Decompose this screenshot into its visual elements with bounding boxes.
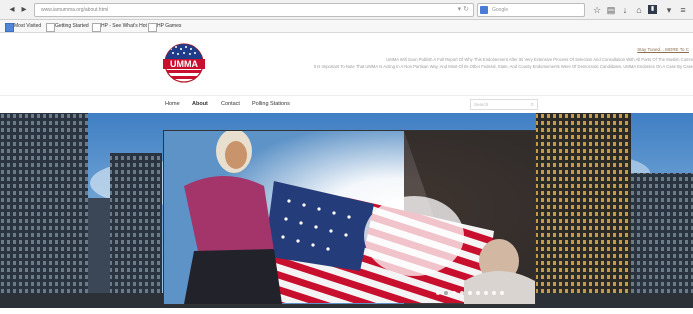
forward-icon[interactable]: ▸: [18, 4, 30, 16]
site-search-input[interactable]: Search ⌕: [470, 99, 538, 110]
extension-icon[interactable]: ▮: [648, 5, 657, 14]
reading-list-icon[interactable]: ▤: [606, 4, 616, 16]
site-search-placeholder: Search: [474, 102, 489, 107]
umma-logo[interactable]: UMMA: [161, 42, 207, 84]
nav-about[interactable]: About: [192, 101, 208, 107]
browser-search-placeholder: Google: [492, 7, 509, 13]
bookmark-star-icon[interactable]: ☆: [592, 4, 602, 16]
stay-tuned-link[interactable]: Stay Tuned... MORE To C: [637, 47, 689, 52]
browser-toolbar: ◂ ▸ www.iamumma.org/about.html ▾ ↻ Googl…: [0, 0, 693, 20]
slider-dot[interactable]: [476, 291, 480, 295]
bookmark-hp-games[interactable]: HP Games: [148, 22, 181, 32]
reload-icon[interactable]: ▾ ↻: [458, 4, 469, 16]
hamburger-menu-icon[interactable]: ≡: [678, 4, 688, 16]
slider-dot[interactable]: [484, 291, 488, 295]
address-bar-url: www.iamumma.org/about.html: [41, 7, 109, 13]
home-icon[interactable]: ⌂: [634, 4, 644, 16]
menu-chevron-icon[interactable]: ▾: [664, 4, 674, 16]
search-icon[interactable]: ⌕: [531, 101, 534, 110]
nav-contact[interactable]: Contact: [221, 101, 240, 107]
announcement-line-1: UMMA Will Soon Publish A Full Report Of …: [386, 57, 693, 62]
bookmark-getting-started[interactable]: Getting Started: [46, 22, 89, 32]
slider-dot[interactable]: [436, 291, 440, 295]
slider-dot[interactable]: [492, 291, 496, 295]
slider-dot[interactable]: [468, 291, 472, 295]
slider-dot[interactable]: [444, 291, 448, 295]
slide-image: [164, 129, 535, 304]
address-bar[interactable]: www.iamumma.org/about.html ▾ ↻: [34, 3, 474, 17]
bookmarks-bar: Most Visited Getting Started HP - See Wh…: [0, 20, 693, 33]
slider-dot[interactable]: [460, 291, 464, 295]
bookmark-most-visited[interactable]: Most Visited: [5, 22, 41, 32]
search-engine-icon: [480, 6, 488, 14]
slider-dot[interactable]: [452, 291, 456, 295]
nav-polling-stations[interactable]: Polling Stations: [252, 101, 290, 107]
logo-text: UMMA: [170, 59, 198, 69]
nav-home[interactable]: Home: [165, 101, 180, 107]
page-footer-strip: [0, 308, 693, 314]
slider-pagination: [436, 282, 508, 300]
download-icon[interactable]: ↓: [620, 4, 630, 16]
browser-search-input[interactable]: Google: [477, 3, 585, 17]
bookmark-hp-whats-hot[interactable]: HP - See What's Hot: [92, 22, 147, 32]
hero-slide[interactable]: [163, 129, 536, 305]
site-navbar: Home About Contact Polling Stations Sear…: [0, 95, 693, 113]
slider-dot[interactable]: [500, 291, 504, 295]
announcement-line-2: It Is Important To Note That UMMA Is Act…: [313, 64, 693, 69]
back-icon[interactable]: ◂: [6, 4, 18, 16]
